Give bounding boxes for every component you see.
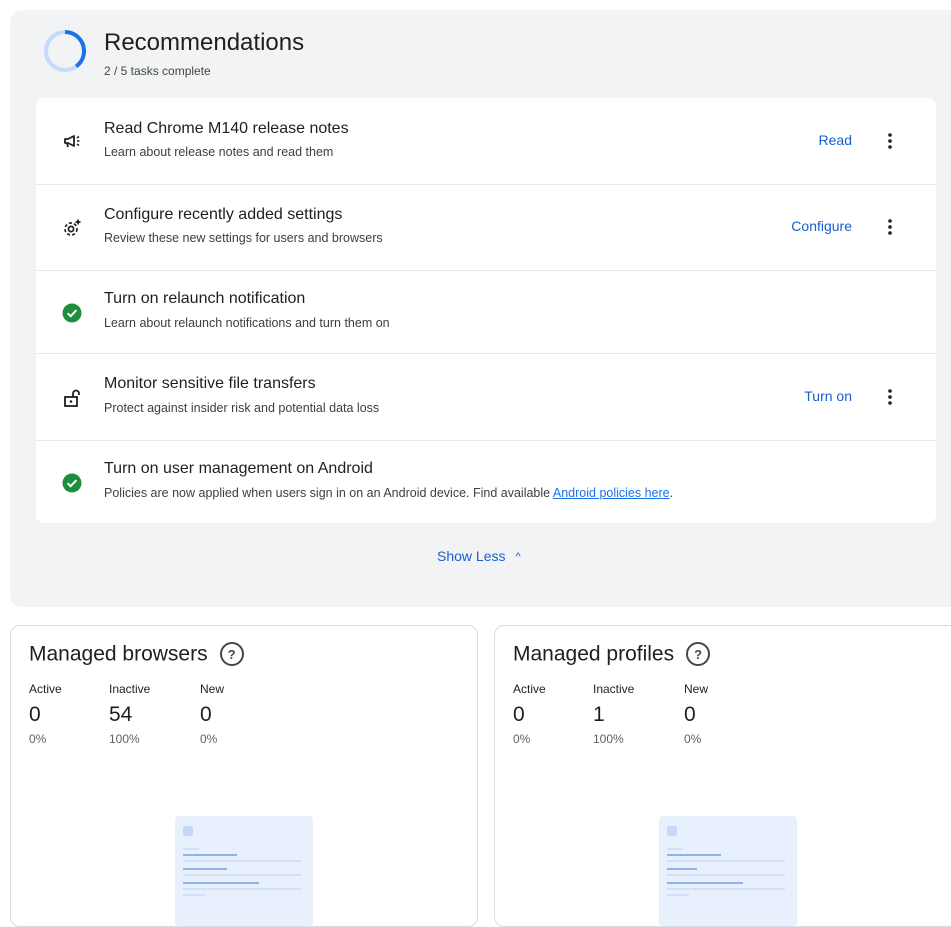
turn-on-button[interactable]: Turn on [804,388,852,404]
task-row-relaunch-notification: Turn on relaunch notification Learn abou… [36,270,936,354]
stat-active: Active 0 0% [29,682,62,746]
task-title: Monitor sensitive file transfers [104,375,316,392]
unlock-icon [62,388,82,408]
stat-active: Active 0 0% [513,682,546,746]
settings-sparkle-icon [62,218,82,238]
task-title: Turn on relaunch notification [104,290,306,307]
task-description: Learn about relaunch notifications and t… [104,316,390,330]
task-row-configure-settings: Configure recently added settings Review… [36,184,936,271]
task-description-text: Policies are now applied when users sign… [104,486,553,500]
managed-browsers-card: Managed browsers? Active 0 0% Inactive 5… [10,625,478,927]
help-icon[interactable]: ? [219,642,244,666]
stat-percent: 100% [593,732,624,746]
card-title-text: Managed browsers [29,642,208,666]
stat-value: 54 [109,703,133,726]
task-description: Policies are now applied when users sign… [104,486,673,500]
stat-inactive: Inactive 1 100% [593,682,634,746]
task-description-suffix: . [669,486,674,500]
stat-label: Active [29,682,62,696]
stat-value: 1 [593,703,605,726]
more-options-icon[interactable] [880,215,900,239]
task-description: Learn about release notes and read them [104,145,334,159]
task-row-android-management: Turn on user management on Android Polic… [36,440,936,523]
megaphone-icon [62,131,82,151]
recommendations-title: Recommendations [104,29,305,56]
task-title: Turn on user management on Android [104,460,373,477]
task-list: Read Chrome M140 release notes Learn abo… [36,98,936,523]
stat-label: Active [513,682,546,696]
stat-value: 0 [513,703,525,726]
stat-percent: 0% [29,732,47,746]
check-circle-icon [62,473,82,493]
check-circle-icon [62,303,82,323]
task-row-file-transfers: Monitor sensitive file transfers Protect… [36,353,936,441]
show-less-button[interactable]: Show Less ^ [437,548,521,564]
progress-ring [44,30,86,72]
stat-value: 0 [200,703,212,726]
browsers-illustration [175,816,313,926]
more-options-icon[interactable] [880,129,900,153]
tasks-complete-count: 2 / 5 tasks complete [104,64,211,78]
stat-percent: 0% [200,732,218,746]
stat-label: New [684,682,709,696]
configure-button[interactable]: Configure [791,218,852,234]
managed-browsers-title: Managed browsers? [29,642,244,667]
android-policies-link[interactable]: Android policies here [553,486,670,500]
chevron-up-icon: ^ [515,551,521,563]
stat-value: 0 [684,703,696,726]
task-description: Protect against insider risk and potenti… [104,401,380,415]
task-title: Read Chrome M140 release notes [104,120,349,137]
stat-label: Inactive [593,682,635,696]
stat-percent: 0% [513,732,531,746]
show-less-label: Show Less [437,548,506,564]
managed-profiles-title: Managed profiles? [513,642,711,667]
card-title-text: Managed profiles [513,642,675,666]
task-title: Configure recently added settings [104,206,343,223]
task-row-release-notes: Read Chrome M140 release notes Learn abo… [36,98,936,185]
stat-value: 0 [29,703,41,726]
read-button[interactable]: Read [819,132,852,148]
stat-label: Inactive [109,682,151,696]
task-description: Review these new settings for users and … [104,231,383,245]
stat-new: New 0 0% [200,682,224,746]
more-options-icon[interactable] [880,385,900,409]
stat-label: New [200,682,225,696]
stat-percent: 100% [109,732,140,746]
stat-percent: 0% [684,732,702,746]
managed-profiles-card: Managed profiles? Active 0 0% Inactive 1… [494,625,951,927]
stat-inactive: Inactive 54 100% [109,682,150,746]
profiles-illustration [659,816,797,926]
help-icon[interactable]: ? [686,642,711,666]
stat-new: New 0 0% [684,682,708,746]
